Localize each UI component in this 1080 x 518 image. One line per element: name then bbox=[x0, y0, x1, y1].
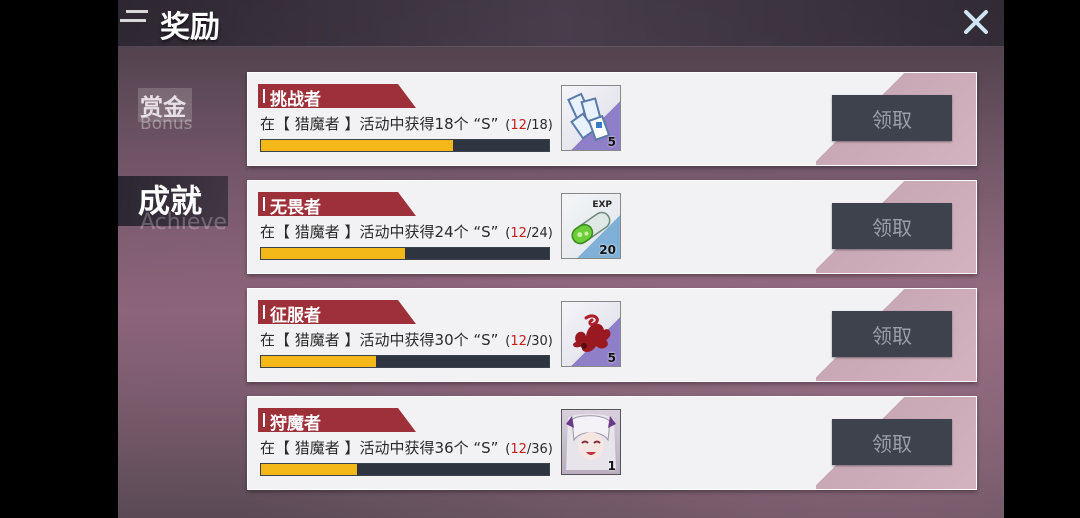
progress-current: 12 bbox=[510, 334, 527, 349]
achievement-desc: 在【 猎魔者 】活动中获得24个 “S” (12/24) bbox=[260, 221, 553, 242]
progress-target: /36) bbox=[526, 442, 553, 457]
progress-bar bbox=[260, 463, 550, 476]
blood-splash-icon[interactable]: 5 bbox=[561, 301, 621, 367]
achievement-name: 无畏者 bbox=[270, 198, 321, 218]
claim-button[interactable]: 领取 bbox=[832, 311, 952, 357]
item-quantity: 20 bbox=[599, 243, 616, 257]
achievement-card: 挑战者 在【 猎魔者 】活动中获得18个 “S” (12/18) 5 领取 bbox=[247, 72, 977, 166]
close-icon bbox=[964, 10, 988, 34]
progress-current: 12 bbox=[510, 226, 527, 241]
tab-bonus[interactable]: 赏金 Bonus bbox=[118, 88, 238, 148]
claim-button[interactable]: 领取 bbox=[832, 419, 952, 465]
progress-fill bbox=[261, 140, 454, 151]
claim-button[interactable]: 领取 bbox=[832, 95, 952, 141]
progress-fill bbox=[261, 356, 377, 367]
achievement-progress-text: (12/24) bbox=[505, 226, 553, 241]
page-title: 奖励 bbox=[160, 10, 220, 45]
close-button[interactable] bbox=[960, 6, 992, 38]
claim-button[interactable]: 领取 bbox=[832, 203, 952, 249]
item-quantity: 5 bbox=[607, 135, 616, 149]
progress-fill bbox=[261, 464, 357, 475]
tab-achieve[interactable]: 成就 Achieve bbox=[118, 174, 238, 235]
progress-bar bbox=[260, 247, 550, 260]
tickets-icon[interactable]: 5 bbox=[561, 85, 621, 151]
decorative-lines bbox=[120, 10, 148, 28]
progress-bar bbox=[260, 139, 550, 152]
side-tabs: 赏金 Bonus 成就 Achieve bbox=[118, 88, 238, 260]
achievement-progress-text: (12/30) bbox=[505, 334, 553, 349]
achievement-list: 挑战者 在【 猎魔者 】活动中获得18个 “S” (12/18) 5 领取 无畏… bbox=[247, 72, 977, 504]
achievement-desc: 在【 猎魔者 】活动中获得18个 “S” (12/18) bbox=[260, 113, 553, 134]
tab-bonus-sub: Bonus bbox=[140, 114, 193, 134]
achievement-desc-text: 在【 猎魔者 】活动中获得18个 “S” bbox=[260, 115, 499, 133]
progress-current: 12 bbox=[510, 442, 527, 457]
achievement-ribbon: 狩魔者 bbox=[258, 408, 416, 434]
header-bar: 奖励 bbox=[118, 0, 1004, 47]
achievement-name: 挑战者 bbox=[270, 90, 321, 110]
exp-capsule-icon[interactable]: EXP 20 bbox=[561, 193, 621, 259]
progress-current: 12 bbox=[510, 118, 527, 133]
achievement-card: 狩魔者 在【 猎魔者 】活动中获得36个 “S” (12/36) 1 领取 bbox=[247, 396, 977, 490]
achievement-desc: 在【 猎魔者 】活动中获得36个 “S” (12/36) bbox=[260, 437, 553, 458]
exp-label: EXP bbox=[592, 200, 612, 210]
item-quantity: 1 bbox=[607, 459, 616, 473]
tab-achieve-sub: Achieve bbox=[140, 210, 227, 235]
achievement-progress-text: (12/18) bbox=[505, 118, 553, 133]
achievement-desc: 在【 猎魔者 】活动中获得30个 “S” (12/30) bbox=[260, 329, 553, 350]
achievement-desc-text: 在【 猎魔者 】活动中获得24个 “S” bbox=[260, 223, 499, 241]
progress-target: /30) bbox=[526, 334, 553, 349]
progress-target: /18) bbox=[526, 118, 553, 133]
progress-bar bbox=[260, 355, 550, 368]
achievement-name: 征服者 bbox=[270, 306, 321, 326]
achievement-name: 狩魔者 bbox=[270, 414, 321, 434]
achievement-ribbon: 挑战者 bbox=[258, 84, 416, 110]
progress-fill bbox=[261, 248, 405, 259]
progress-target: /24) bbox=[526, 226, 553, 241]
item-quantity: 5 bbox=[607, 351, 616, 365]
achievement-progress-text: (12/36) bbox=[505, 442, 553, 457]
achievement-ribbon: 征服者 bbox=[258, 300, 416, 326]
character-portrait-icon[interactable]: 1 bbox=[561, 409, 621, 475]
achievement-desc-text: 在【 猎魔者 】活动中获得30个 “S” bbox=[260, 331, 499, 349]
achievement-ribbon: 无畏者 bbox=[258, 192, 416, 218]
achievement-card: 无畏者 在【 猎魔者 】活动中获得24个 “S” (12/24) EXP 20 bbox=[247, 180, 977, 274]
achievement-desc-text: 在【 猎魔者 】活动中获得36个 “S” bbox=[260, 439, 499, 457]
game-screen: 奖励 赏金 Bonus 成就 Achieve 挑战者 在【 猎魔者 】活动中获得… bbox=[118, 0, 1004, 518]
achievement-card: 征服者 在【 猎魔者 】活动中获得30个 “S” (12/30) 5 领取 bbox=[247, 288, 977, 382]
